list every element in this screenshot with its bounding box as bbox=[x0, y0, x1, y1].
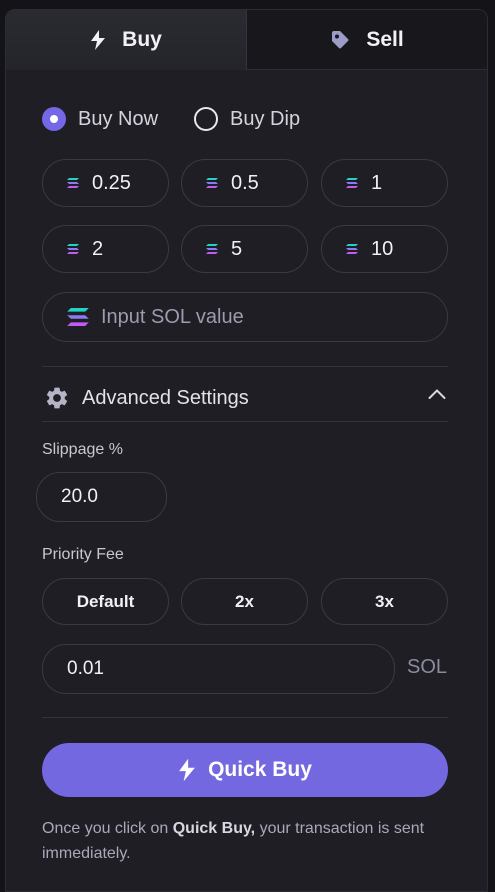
divider bbox=[42, 421, 448, 422]
priority-fee-label: Priority Fee bbox=[42, 546, 124, 563]
sol-amount-input[interactable]: Input SOL value bbox=[42, 292, 448, 342]
radio-buy-dip-label[interactable]: Buy Dip bbox=[230, 108, 300, 131]
amount-button-4[interactable]: 2 bbox=[42, 225, 169, 273]
priority-fee-2x-button[interactable]: 2x bbox=[181, 578, 308, 625]
lightning-icon bbox=[91, 30, 106, 50]
amount-button-2[interactable]: 0.5 bbox=[181, 159, 308, 207]
solana-icon bbox=[206, 244, 218, 254]
tag-icon bbox=[332, 30, 349, 48]
amount-value: 5 bbox=[231, 237, 243, 260]
solana-icon bbox=[346, 178, 358, 188]
chevron-up-icon[interactable] bbox=[428, 388, 446, 400]
advanced-settings-title: Advanced Settings bbox=[82, 386, 249, 409]
slippage-value: 20.0 bbox=[61, 486, 98, 507]
note-emphasis: Quick Buy, bbox=[172, 820, 256, 837]
divider bbox=[42, 717, 448, 718]
quick-buy-button[interactable]: Quick Buy bbox=[42, 743, 448, 797]
solana-icon bbox=[67, 308, 89, 326]
priority-fee-default-button[interactable]: Default bbox=[42, 578, 169, 625]
gear-icon bbox=[46, 387, 68, 409]
divider bbox=[42, 366, 448, 367]
amount-button-6[interactable]: 10 bbox=[321, 225, 448, 273]
trade-tabs: Buy Sell bbox=[6, 10, 487, 70]
buy-mode-selector: Buy Now Buy Dip bbox=[42, 104, 336, 134]
amount-button-5[interactable]: 5 bbox=[181, 225, 308, 273]
solana-icon bbox=[346, 244, 358, 254]
priority-fee-3x-button[interactable]: 3x bbox=[321, 578, 448, 625]
amount-button-1[interactable]: 0.25 bbox=[42, 159, 169, 207]
priority-fee-unit: SOL bbox=[407, 656, 448, 678]
amount-value: 0.5 bbox=[231, 171, 259, 194]
solana-icon bbox=[206, 178, 218, 188]
radio-buy-dip[interactable] bbox=[194, 107, 219, 131]
priority-fee-option-label: Default bbox=[76, 591, 135, 611]
priority-fee-value: 0.01 bbox=[67, 658, 104, 679]
trade-panel: Buy Sell Buy Now Buy Dip 0.25 0.5 1 2 5 … bbox=[5, 9, 488, 892]
radio-buy-now-label[interactable]: Buy Now bbox=[78, 108, 158, 131]
tab-buy[interactable]: Buy bbox=[6, 10, 247, 70]
amount-value: 1 bbox=[371, 171, 383, 194]
amount-button-3[interactable]: 1 bbox=[321, 159, 448, 207]
slippage-input[interactable]: 20.0 bbox=[36, 472, 167, 522]
amount-value: 10 bbox=[371, 237, 394, 260]
solana-icon bbox=[67, 244, 79, 254]
advanced-settings-toggle[interactable]: Advanced Settings bbox=[42, 376, 448, 420]
priority-fee-option-label: 3x bbox=[375, 591, 394, 611]
sol-amount-placeholder: Input SOL value bbox=[101, 305, 244, 328]
radio-buy-now[interactable] bbox=[42, 107, 66, 131]
quick-buy-label: Quick Buy bbox=[208, 758, 312, 781]
slippage-label: Slippage % bbox=[42, 441, 123, 458]
amount-value: 2 bbox=[92, 237, 104, 260]
tab-sell[interactable]: Sell bbox=[247, 10, 487, 70]
tab-sell-label: Sell bbox=[366, 27, 404, 51]
amount-value: 0.25 bbox=[92, 171, 131, 194]
priority-fee-option-label: 2x bbox=[235, 591, 254, 611]
quick-buy-note: Once you click on Quick Buy, your transa… bbox=[42, 816, 452, 866]
priority-fee-input[interactable]: 0.01 bbox=[42, 644, 395, 694]
lightning-icon bbox=[179, 758, 195, 782]
note-prefix: Once you click on bbox=[42, 820, 173, 837]
solana-icon bbox=[67, 178, 79, 188]
tab-buy-label: Buy bbox=[122, 28, 162, 51]
